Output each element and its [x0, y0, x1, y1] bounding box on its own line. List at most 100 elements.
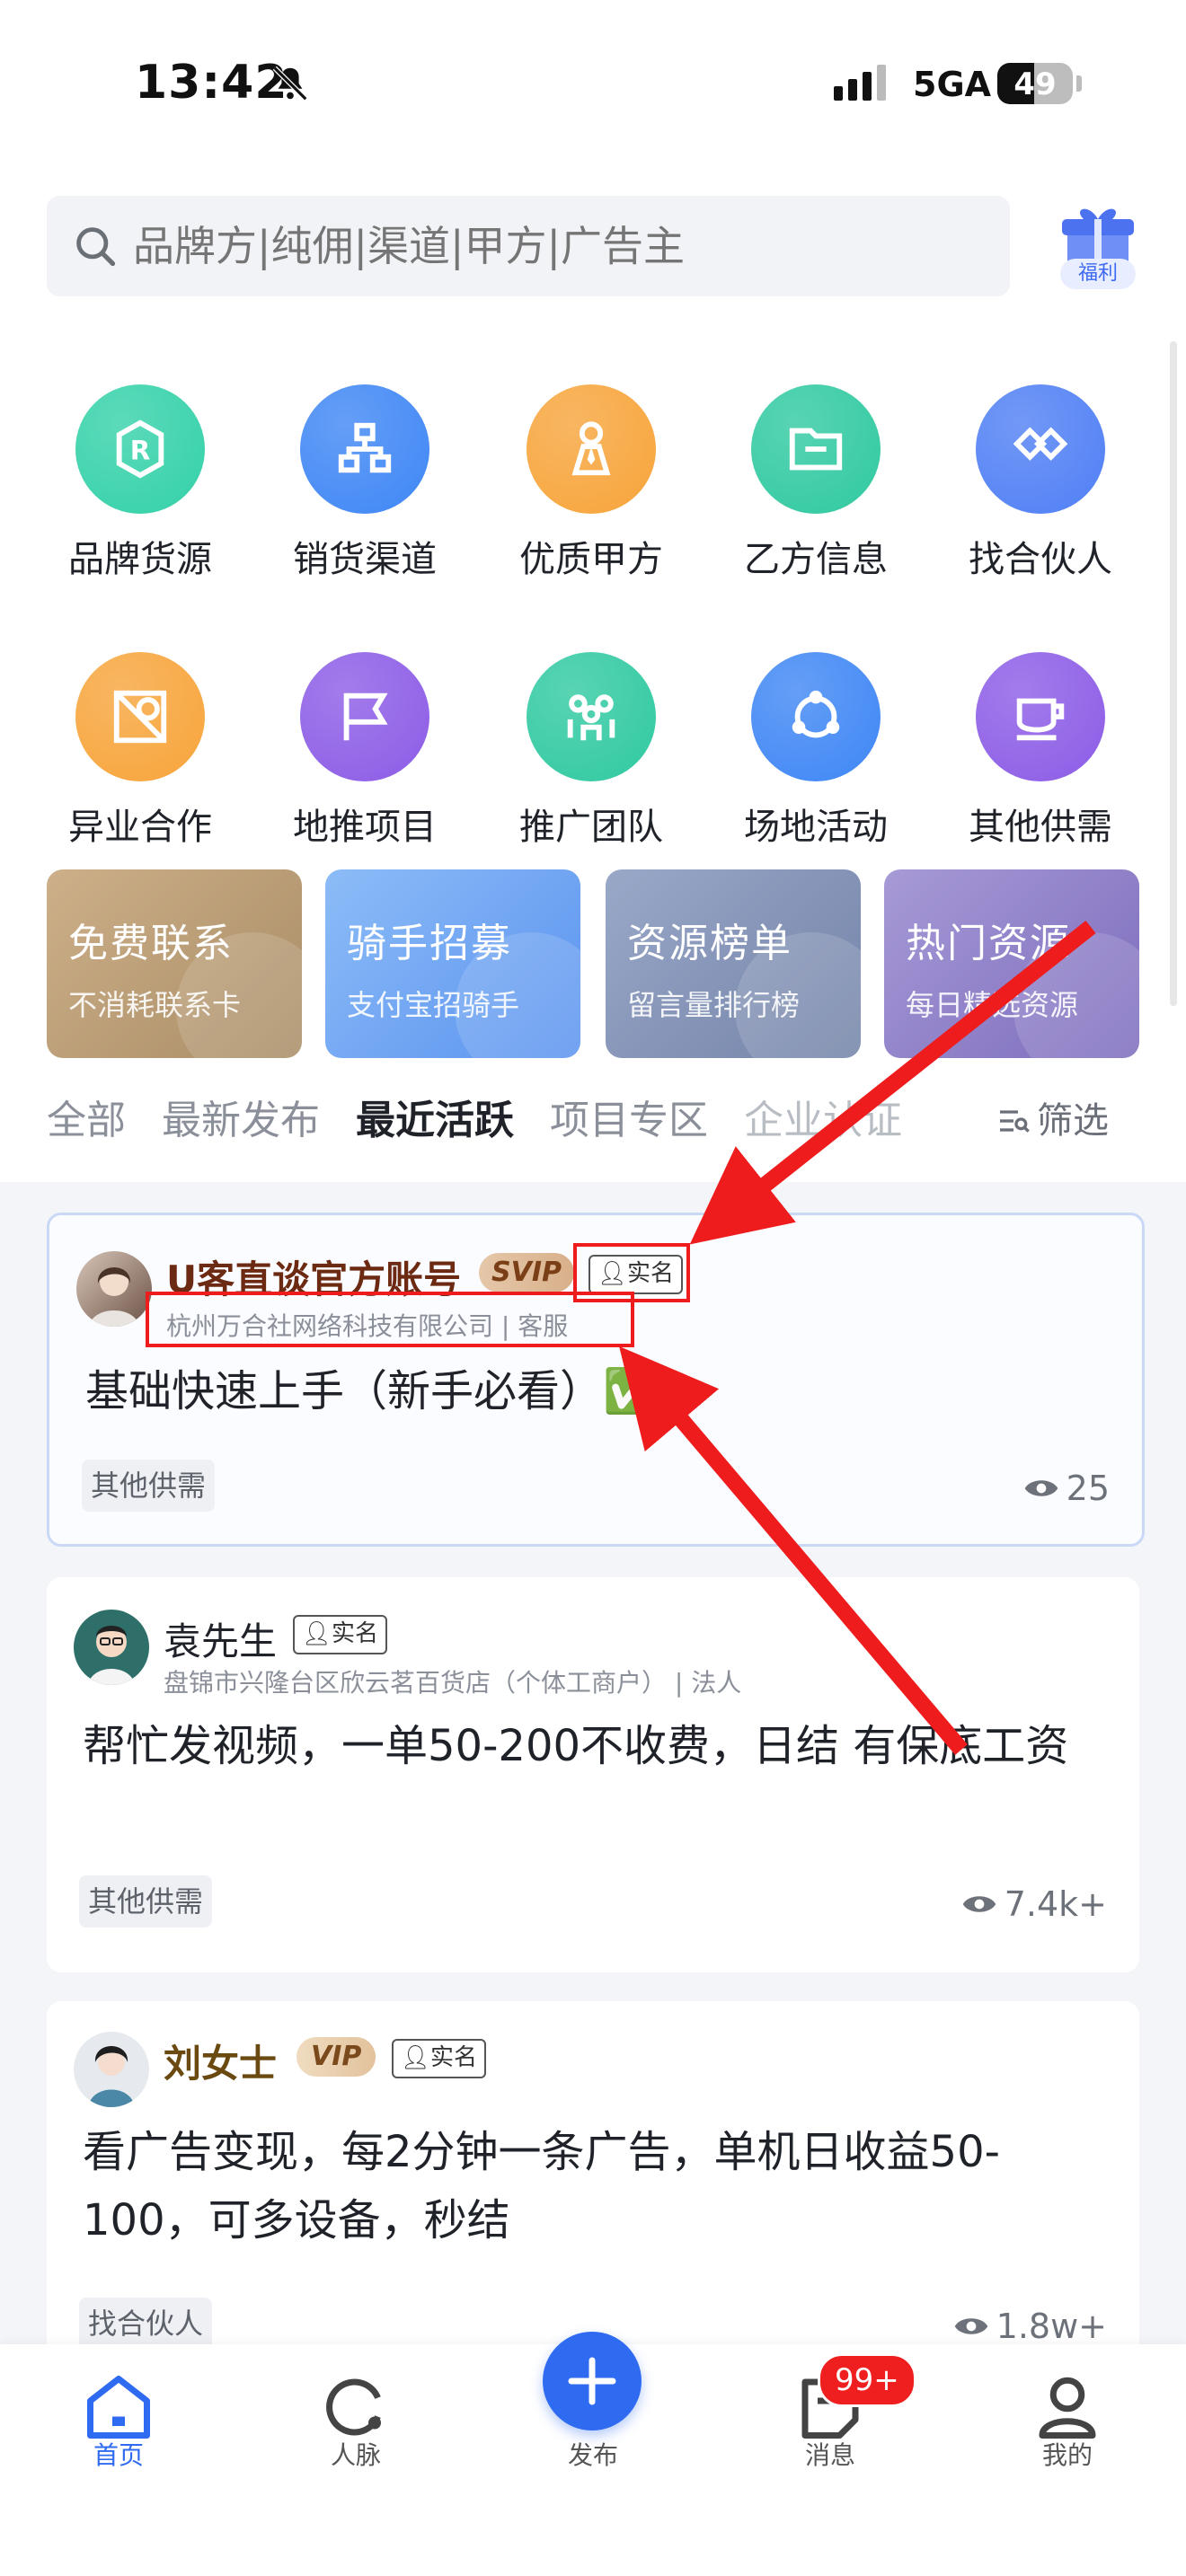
annotation-box-company	[146, 1292, 634, 1347]
post-category-tag: 其他供需	[79, 1875, 213, 1928]
tab-1[interactable]: 最新发布	[162, 1085, 320, 1157]
avatar-man-icon	[88, 1626, 135, 1685]
post-author-name[interactable]: 刘女士	[164, 2033, 277, 2088]
category-label: 找合伙人	[969, 539, 1112, 580]
promo-subtitle: 每日精选资源	[906, 988, 1079, 1022]
promo-card[interactable]: 热门资源每日精选资源	[884, 869, 1139, 1058]
filter-icon	[1000, 1110, 1030, 1133]
post-author-name[interactable]: 袁先生	[164, 1611, 277, 1666]
promo-subtitle: 支付宝招骑手	[347, 988, 520, 1022]
category-brand-r[interactable]: R 品牌货源	[50, 384, 230, 582]
shapes-icon	[75, 652, 205, 781]
category-label: 推广团队	[519, 807, 663, 848]
real-name-label: 实名	[332, 1620, 379, 1647]
plus-icon	[568, 2357, 616, 2405]
view-count-value: 1.8w+	[996, 2307, 1107, 2346]
feed-tabs: 全部 最新发布 最近活跃 项目专区 企业认证	[47, 1085, 902, 1157]
cellular-signal-icon	[834, 65, 886, 101]
category-team[interactable]: 推广团队	[501, 652, 681, 850]
view-count: 7.4k+	[961, 1884, 1107, 1924]
tab-2[interactable]: 最近活跃	[356, 1085, 514, 1157]
category-cup[interactable]: 其他供需	[951, 652, 1130, 850]
avatar[interactable]	[74, 2032, 149, 2107]
brand-r-icon: R	[75, 384, 205, 514]
category-share[interactable]: 场地活动	[726, 652, 906, 850]
post-card[interactable]: 刘女士 VIP 👤︎实名 看广告变现，每2分钟一条广告，单机日收益50-100，…	[47, 2001, 1139, 2378]
avatar[interactable]	[76, 1251, 152, 1327]
category-shapes[interactable]: 异业合作	[50, 652, 230, 850]
search-input[interactable]	[133, 196, 978, 296]
promo-card[interactable]: 骑手招募支付宝招骑手	[325, 869, 580, 1058]
battery-level: 49	[1013, 66, 1057, 102]
post-category-tag: 其他供需	[82, 1460, 216, 1512]
person-tie-icon	[527, 384, 656, 514]
category-handshake[interactable]: 找合伙人	[951, 384, 1130, 582]
team-icon	[527, 652, 656, 781]
tab-4[interactable]: 企业认证	[744, 1085, 902, 1157]
category-flag[interactable]: 地推项目	[275, 652, 455, 850]
tab-0[interactable]: 全部	[47, 1085, 126, 1157]
user-icon	[1039, 2377, 1096, 2439]
handshake-icon	[976, 384, 1105, 514]
nav-me-label: 我的	[1041, 2440, 1093, 2470]
org-chart-icon	[300, 384, 429, 514]
post-title[interactable]: 基础快速上手（新手必看）✅	[85, 1357, 1128, 1425]
person-icon: 👤︎	[302, 1620, 332, 1647]
category-label: 销货渠道	[293, 539, 437, 580]
promo-subtitle: 留言量排行榜	[627, 988, 801, 1022]
promo-subtitle: 不消耗联系卡	[68, 988, 242, 1022]
status-time: 13:42	[135, 56, 288, 110]
battery-cap	[1076, 75, 1082, 92]
filter-label: 筛选	[1037, 1100, 1109, 1142]
promo-title: 资源榜单	[627, 921, 792, 966]
real-name-label: 实名	[430, 2044, 478, 2071]
category-label: 其他供需	[969, 807, 1112, 848]
share-icon	[751, 652, 881, 781]
battery-icon: 49	[997, 63, 1073, 104]
avatar-woman-icon	[89, 1267, 139, 1327]
tab-3[interactable]: 项目专区	[550, 1085, 708, 1157]
svip-badge: SVIP	[479, 1253, 574, 1292]
promo-card[interactable]: 免费联系不消耗联系卡	[47, 869, 302, 1058]
welfare-label[interactable]: 福利	[1060, 259, 1136, 289]
network-type: 5GA	[913, 65, 992, 104]
nav-home-label: 首页	[93, 2440, 144, 2470]
eye-icon	[962, 1896, 996, 1912]
scrollbar[interactable]	[1170, 341, 1177, 1006]
category-folder[interactable]: 乙方信息	[726, 384, 906, 582]
view-count-value: 25	[1066, 1469, 1110, 1508]
view-count: 1.8w+	[953, 2307, 1107, 2346]
view-count: 25	[1023, 1469, 1110, 1508]
eye-icon	[954, 2318, 987, 2334]
messages-unread-badge: 99+	[818, 2353, 916, 2407]
post-card[interactable]: 袁先生 👤︎实名 盘锦市兴隆台区欣云茗百货店（个体工商户） | 法人 帮忙发视频…	[47, 1577, 1139, 1972]
category-label: 优质甲方	[519, 539, 663, 580]
bell-muted-icon	[272, 66, 308, 101]
avatar-woman-icon	[88, 2046, 135, 2107]
real-name-badge: 👤︎实名	[392, 2039, 487, 2078]
author-company: 盘锦市兴隆台区欣云茗百货店（个体工商户） | 法人	[164, 1668, 742, 1698]
post-category-tag: 找合伙人	[79, 2298, 213, 2350]
filter-button[interactable]: 筛选	[996, 1085, 1109, 1157]
person-icon: 👤︎	[401, 2044, 431, 2071]
search-bar[interactable]	[47, 196, 1010, 296]
category-label: 乙方信息	[744, 539, 888, 580]
nav-publish-label: 发布	[567, 2440, 618, 2470]
category-org-chart[interactable]: 销货渠道	[275, 384, 455, 582]
folder-icon	[751, 384, 881, 514]
promo-title: 热门资源	[906, 921, 1071, 966]
promo-card[interactable]: 资源榜单留言量排行榜	[606, 869, 861, 1058]
post-title[interactable]: 帮忙发视频，一单50-200不收费，日结 有保底工资	[83, 1712, 1125, 1780]
category-person-tie[interactable]: 优质甲方	[501, 384, 681, 582]
post-title[interactable]: 看广告变现，每2分钟一条广告，单机日收益50-100，可多设备，秒结	[83, 2118, 1125, 2254]
publish-button[interactable]	[543, 2332, 642, 2430]
nav-messages-label: 消息	[804, 2440, 855, 2470]
home-icon	[87, 2376, 150, 2439]
real-name-badge: 👤︎实名	[293, 1615, 388, 1654]
category-label: 异业合作	[68, 807, 212, 848]
avatar[interactable]	[74, 1610, 149, 1685]
promo-title: 骑手招募	[347, 921, 512, 966]
flag-icon	[300, 652, 429, 781]
promo-title: 免费联系	[68, 921, 234, 966]
svg-text:R: R	[130, 436, 150, 466]
